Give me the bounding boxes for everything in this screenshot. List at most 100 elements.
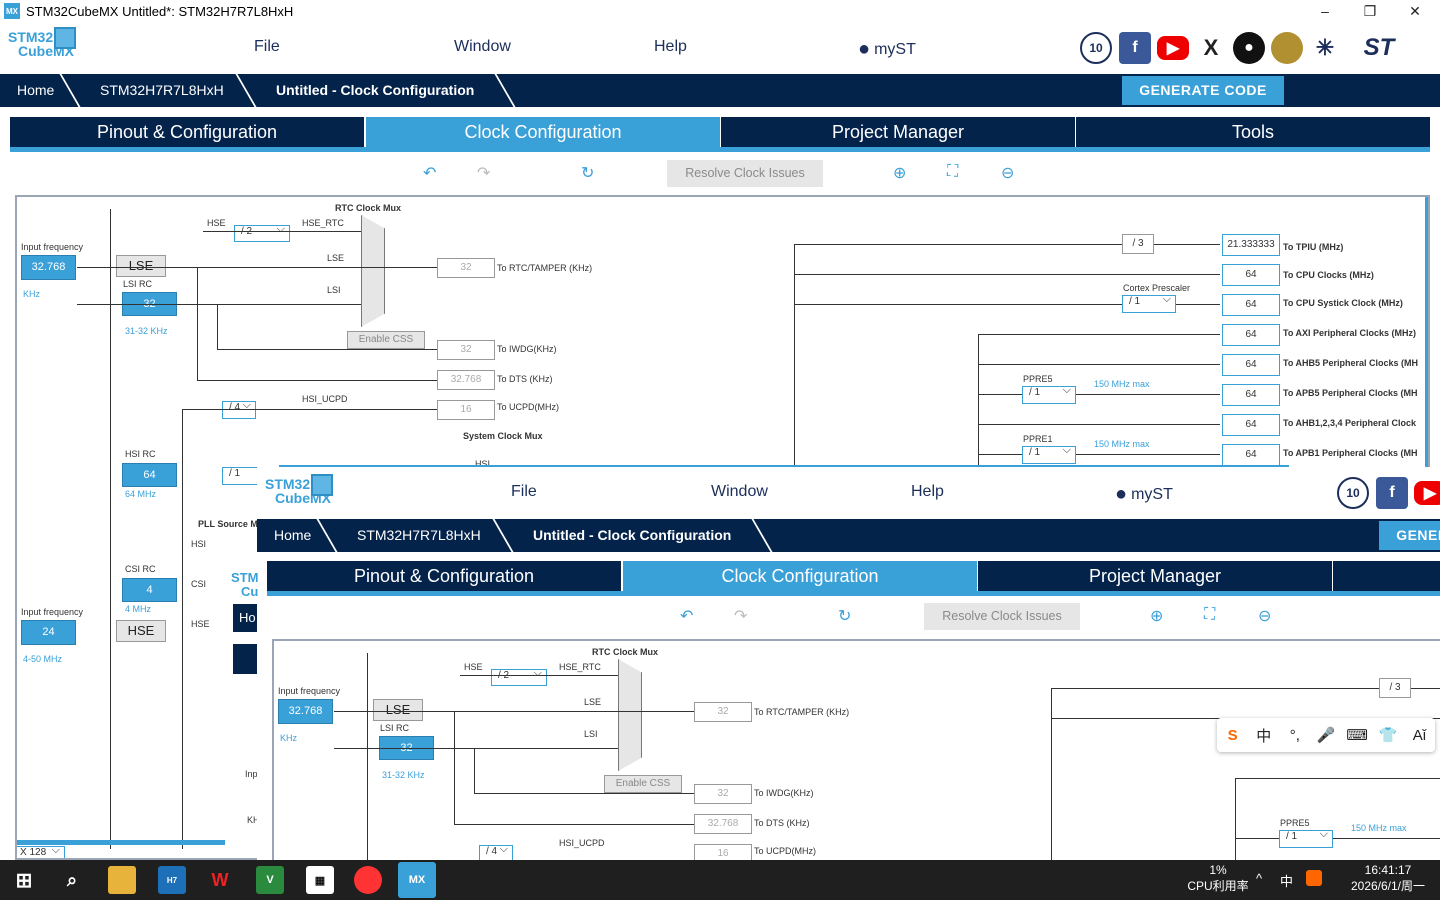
tray-sogou-icon[interactable] [1306,870,1322,886]
lse-frequency-input[interactable]: 32.768 [21,255,76,280]
dup-redo-icon[interactable]: ↷ [734,606,747,626]
zoom-in-icon[interactable]: ⊕ [893,163,906,183]
hse-frequency-input[interactable]: 24 [21,620,76,645]
ahb1234-clock-value[interactable]: 64 [1222,414,1280,436]
dup-ppre5-select[interactable]: / 1 [1279,828,1333,848]
dup-enable-css[interactable]: Enable CSS [604,775,682,793]
enable-css-button[interactable]: Enable CSS [347,331,425,349]
fit-screen-icon[interactable]: ⛶ [947,163,958,181]
ime-voice-icon[interactable]: 🎤 [1310,726,1341,744]
tab-tools[interactable]: Tools [1076,117,1430,147]
crumb-device[interactable]: STM32H7R7L8HxH [100,74,224,107]
dup-refresh-icon[interactable]: ↻ [838,606,851,626]
search-icon[interactable]: ⌕ [58,866,86,894]
undo-icon[interactable]: ↶ [423,163,436,183]
menu-window[interactable]: Window [454,38,511,56]
hse-block[interactable]: HSE [116,620,166,642]
x-icon[interactable]: X [1195,32,1227,64]
facebook-icon[interactable]: f [1119,32,1151,64]
menu-myst[interactable]: ● myST [858,38,916,61]
community-icon[interactable] [1271,32,1303,64]
wps-icon[interactable]: W [206,866,234,894]
dup-tab-clock[interactable]: Clock Configuration [623,561,977,591]
dup-youtube-icon[interactable]: ▶ [1414,481,1440,505]
calculator-icon[interactable]: ▦ [306,866,334,894]
zoom-out-icon[interactable]: ⊖ [1001,163,1014,183]
tray-chevron-icon[interactable]: ^ [1256,871,1262,886]
refresh-icon[interactable]: ↻ [581,163,594,183]
resolve-clock-issues-button[interactable]: Resolve Clock Issues [667,160,823,187]
tray-ime-label[interactable]: 中 [1280,871,1293,890]
clock[interactable]: 16:41:17 2026/6/1/周一 [1338,863,1438,894]
h7-tool-icon[interactable]: H7 [158,866,186,894]
dup-menu-window[interactable]: Window [711,483,768,501]
dup-crumb-device[interactable]: STM32H7R7L8HxH [357,519,481,552]
github-icon[interactable]: ● [1233,32,1265,64]
dup-undo-icon[interactable]: ↶ [680,606,693,626]
ppre1-select[interactable]: / 1 [1022,444,1076,464]
rtc-mux-shape[interactable] [361,215,385,327]
color-picker-icon[interactable] [354,866,382,894]
horizontal-scrollbar[interactable] [17,840,225,845]
generate-code-button[interactable]: GENERATE CODE [1122,76,1284,105]
ime-chinese-toggle[interactable]: 中 [1248,725,1279,746]
menu-file[interactable]: File [254,38,280,56]
tab-clock[interactable]: Clock Configuration [366,117,720,147]
dup-hse-divider[interactable]: / 2 [491,667,547,686]
ime-ai-icon[interactable]: Aǐ [1404,727,1435,744]
dup-menu-file[interactable]: File [511,483,537,501]
anniversary-icon[interactable]: 10 [1080,32,1112,64]
windows-start-icon[interactable]: ⊞ [10,866,38,894]
tab-pinout[interactable]: Pinout & Configuration [10,117,364,147]
dup-resolve-button[interactable]: Resolve Clock Issues [924,603,1080,630]
dup-menu-myst[interactable]: ● myST [1115,483,1173,506]
ime-toolbar[interactable]: S 中 °, 🎤 ⌨ 👕 Aǐ [1217,718,1435,752]
redo-icon[interactable]: ↷ [477,163,490,183]
apb5-clock-value[interactable]: 64 [1222,384,1280,406]
minimize-button[interactable]: – [1302,0,1348,22]
dup-menu-help[interactable]: Help [911,483,944,501]
ppre5-select[interactable]: / 1 [1022,384,1076,404]
cortex-prescaler-select[interactable]: / 1 [1122,293,1176,313]
dup-fit-icon[interactable]: ⛶ [1204,606,1215,624]
hsi-ucpd-divider[interactable]: / 4 [222,399,256,419]
menu-help[interactable]: Help [654,38,687,56]
tpiu-divider[interactable]: / 3 [1122,234,1154,254]
crumb-current[interactable]: Untitled - Clock Configuration [276,74,474,107]
systick-value[interactable]: 64 [1222,294,1280,316]
ime-keyboard-icon[interactable]: ⌨ [1342,726,1373,744]
dup-lse-block[interactable]: LSE [373,699,423,721]
ahb5-clock-value[interactable]: 64 [1222,354,1280,376]
dup-generate-code-button[interactable]: GENERATE CODE [1379,521,1440,550]
st-logo-icon[interactable]: ST [1350,32,1408,64]
dup-tpiu-divider[interactable]: / 3 [1379,678,1411,698]
dup-anniversary-icon[interactable]: 10 [1337,477,1369,509]
apb1-clock-value[interactable]: 64 [1222,444,1280,466]
dup-facebook-icon[interactable]: f [1376,477,1408,509]
hse-rtc-divider-select[interactable]: / 2 [234,223,290,242]
cpu-clock-value[interactable]: 64 [1222,264,1280,286]
dup-ucpd-divider[interactable]: / 4 [479,843,513,860]
dup-zoom-out-icon[interactable]: ⊖ [1258,606,1271,626]
lse-block[interactable]: LSE [116,255,166,277]
partial-home-crumb[interactable]: Ho [233,604,257,632]
dup-tab-tools[interactable]: Tools [1333,561,1440,591]
pll-multiplier-select[interactable]: X 128 [17,844,65,858]
axi-clock-value[interactable]: 64 [1222,324,1280,346]
file-explorer-icon[interactable] [108,866,136,894]
dup-lse-input[interactable]: 32.768 [278,699,333,724]
ime-logo-icon[interactable]: S [1217,727,1248,744]
close-button[interactable]: ✕ [1392,0,1438,22]
youtube-icon[interactable]: ▶ [1157,36,1189,60]
dup-tab-project-manager[interactable]: Project Manager [978,561,1332,591]
dup-tab-pinout[interactable]: Pinout & Configuration [267,561,621,591]
spreadsheet-icon[interactable]: V [256,866,284,894]
ime-punctuation-icon[interactable]: °, [1279,727,1310,744]
dup-crumb-current[interactable]: Untitled - Clock Configuration [533,519,731,552]
dup-rtc-mux-shape[interactable] [618,659,642,771]
tab-project-manager[interactable]: Project Manager [721,117,1075,147]
vertical-scrollbar[interactable] [1425,197,1428,469]
ime-skin-icon[interactable]: 👕 [1373,726,1404,744]
maximize-button[interactable]: ❐ [1347,0,1393,22]
stm32cubemx-taskbar-icon[interactable]: MX [398,862,436,898]
